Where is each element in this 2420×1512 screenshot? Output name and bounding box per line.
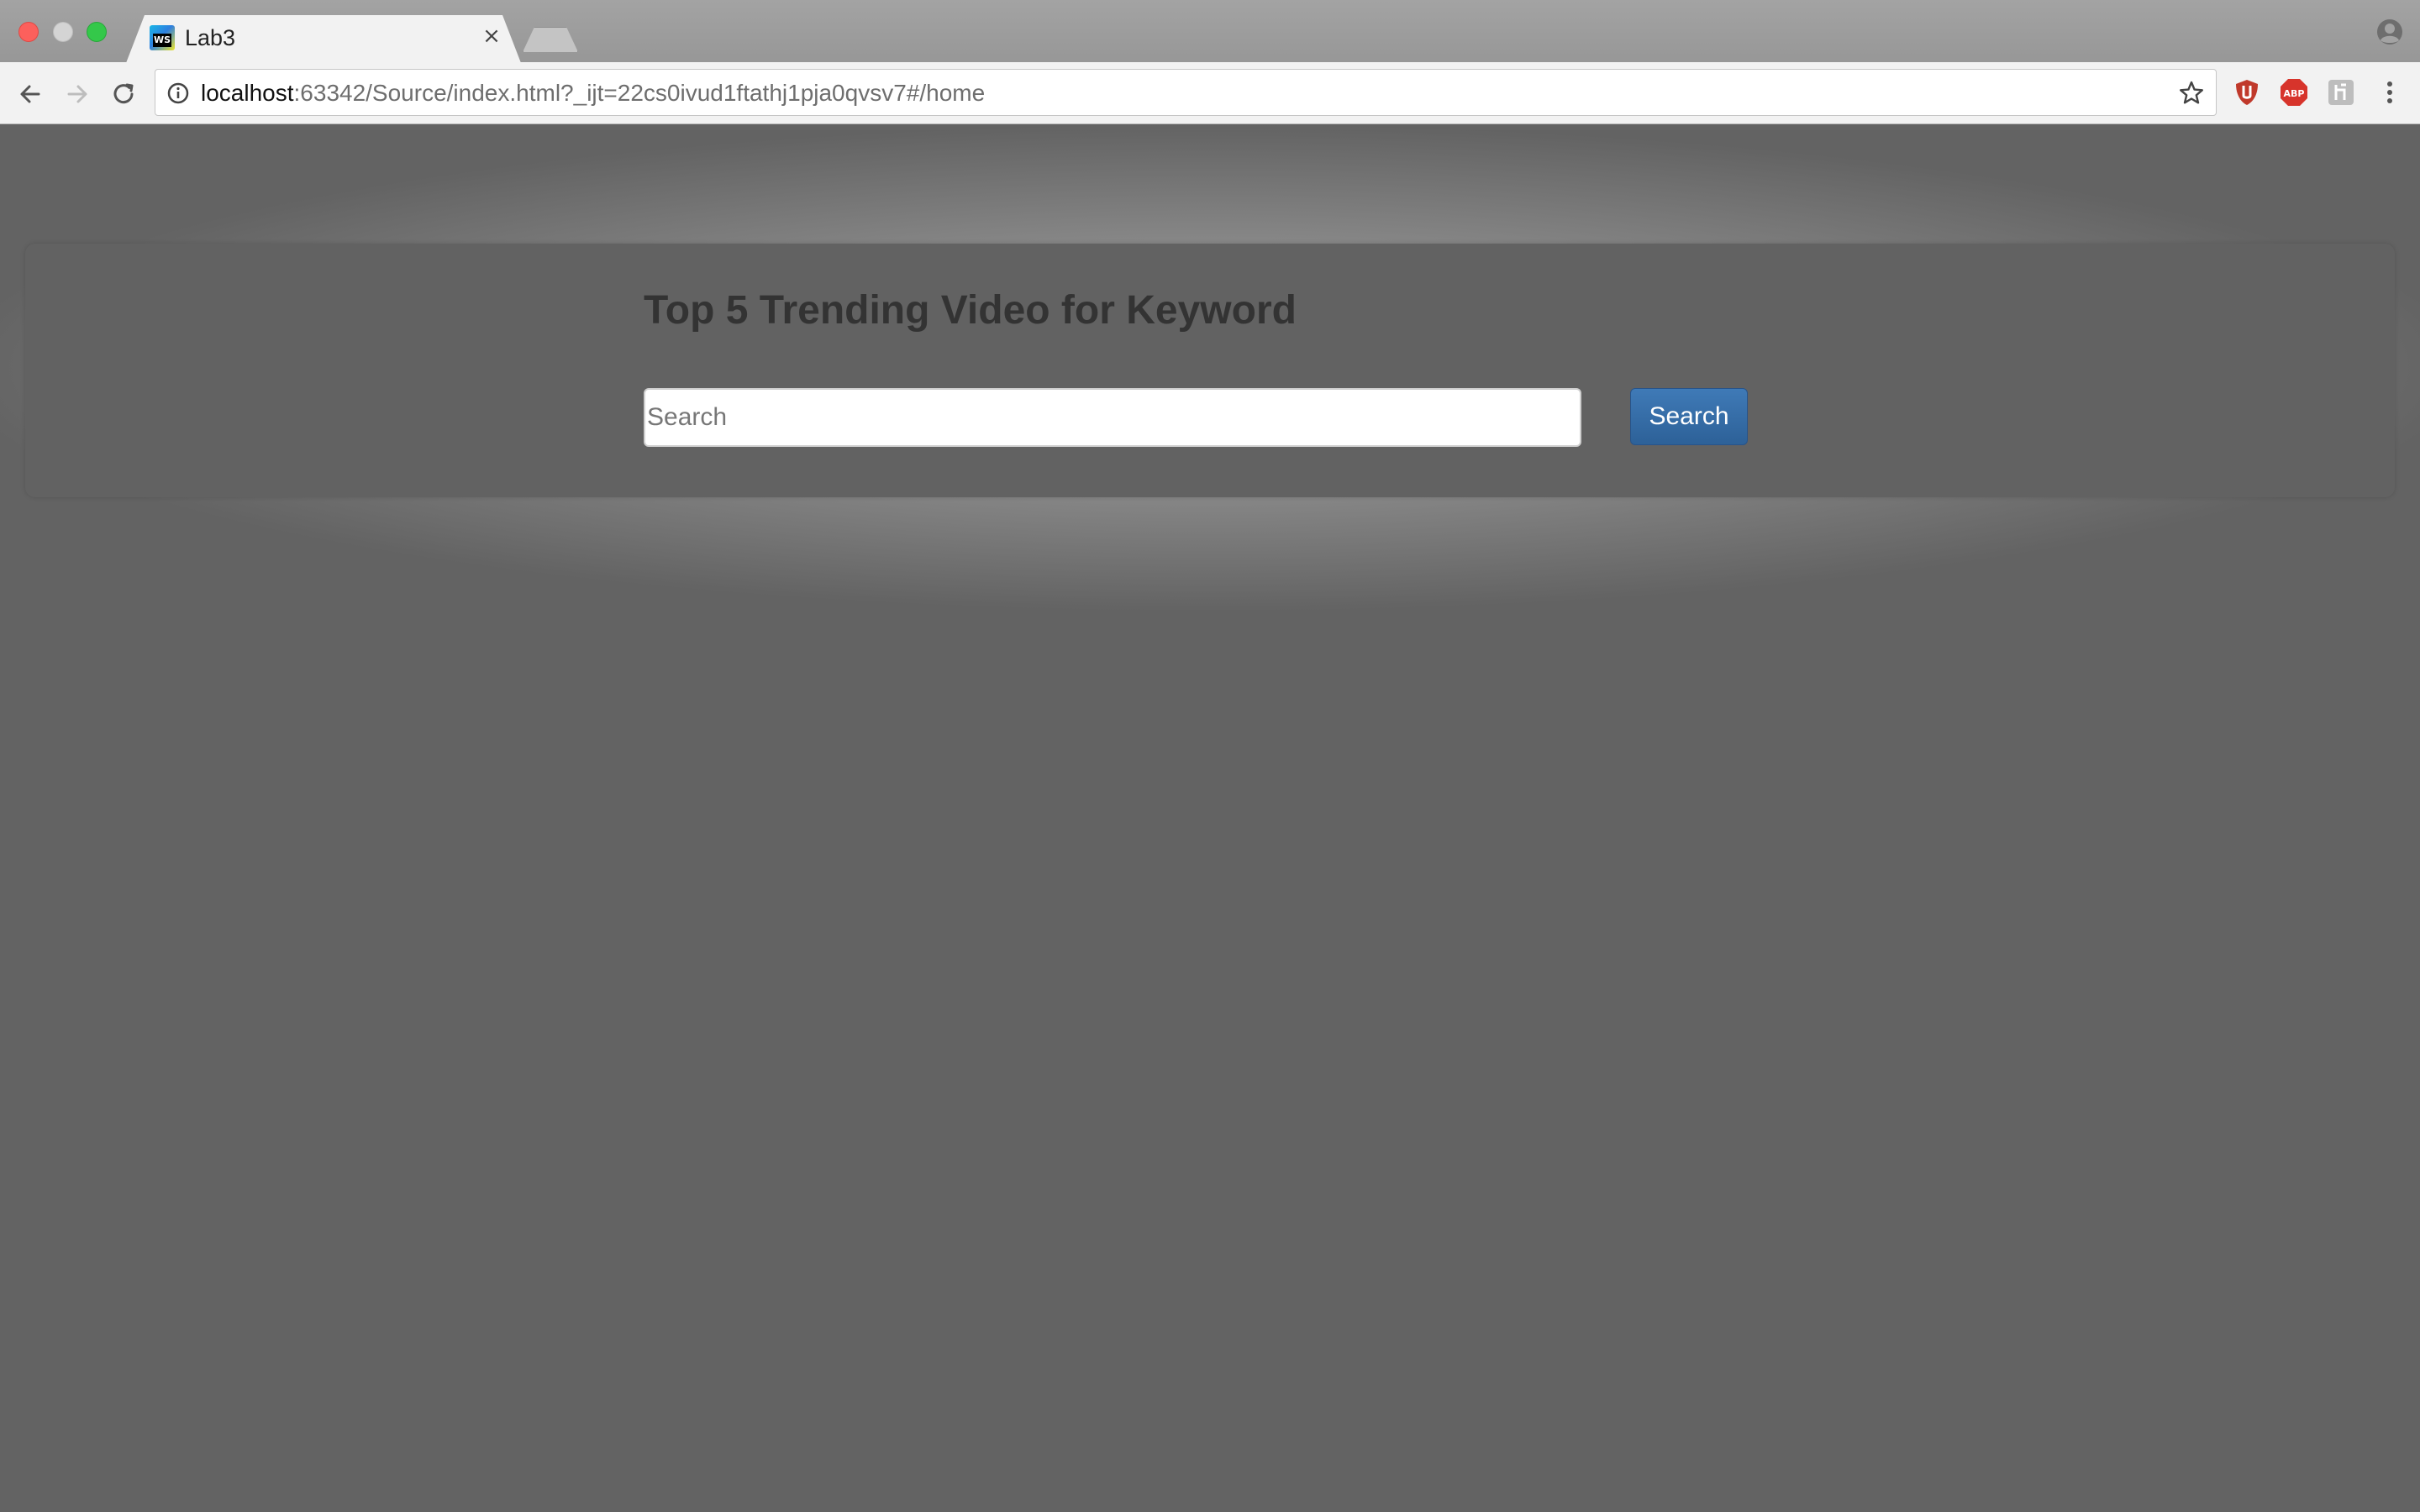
window-minimize-button[interactable] [53,22,73,42]
profile-icon[interactable] [2376,18,2403,45]
page-heading: Top 5 Trending Video for Keyword [644,288,1297,333]
forward-arrow-icon[interactable] [60,77,94,111]
address-bar[interactable]: localhost:63342/Source/index.html?_ijt=2… [155,69,2217,116]
url-path: :63342/Source/index.html?_ijt=22cs0ivud1… [293,80,986,106]
url-text[interactable]: localhost:63342/Source/index.html?_ijt=2… [201,81,985,106]
adblock-plus-icon[interactable]: ABP [2279,77,2309,108]
window-titlebar: WS Lab3 × [0,0,2420,62]
search-button[interactable]: Search [1630,388,1748,445]
browser-tab-active[interactable]: WS Lab3 × [126,15,521,63]
search-panel: Top 5 Trending Video for Keyword Search [25,244,2395,497]
back-arrow-icon[interactable] [13,77,47,111]
reload-icon[interactable] [108,77,141,111]
abp-label: ABP [2284,88,2305,99]
info-icon[interactable] [166,81,191,106]
ublock-icon[interactable] [2232,77,2262,108]
tab-title: Lab3 [185,25,236,50]
url-host: localhost [201,80,294,106]
search-input[interactable] [644,388,1581,447]
window-close-button[interactable] [18,22,39,42]
chrome-menu-icon[interactable] [2375,77,2405,108]
webstorm-favicon-icon: WS [150,25,175,50]
bookmark-star-icon[interactable] [2177,79,2206,108]
new-tab-button[interactable] [523,27,578,52]
browser-toolbar: localhost:63342/Source/index.html?_ijt=2… [0,62,2420,124]
page-viewport: Top 5 Trending Video for Keyword Search [0,124,2420,1512]
window-maximize-button[interactable] [87,22,107,42]
favicon-text: WS [153,34,171,45]
tab-close-icon[interactable]: × [479,24,504,49]
extension-icon[interactable] [2326,77,2356,108]
